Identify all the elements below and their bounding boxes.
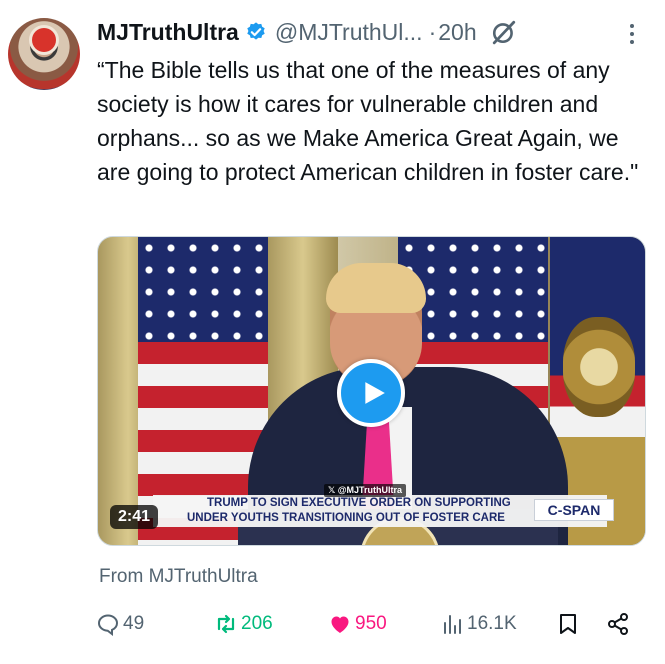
- grok-icon[interactable]: [491, 19, 517, 45]
- bookmark-icon: [560, 614, 576, 634]
- video-player[interactable]: TRUMP TO SIGN EXECUTIVE ORDER ON SUPPORT…: [97, 236, 646, 546]
- network-logo: C-SPAN: [534, 499, 614, 521]
- reply-button[interactable]: 49: [96, 608, 144, 640]
- reply-count: 49: [123, 613, 145, 634]
- play-icon: [364, 382, 385, 404]
- action-bar: 49 206 950 16.1K: [96, 608, 636, 640]
- share-icon: [608, 613, 628, 635]
- video-watermark: 𝕏 @MJTruthUltra: [324, 484, 407, 497]
- like-count: 950: [355, 613, 387, 634]
- avatar[interactable]: [8, 18, 80, 90]
- share-button[interactable]: [606, 608, 630, 640]
- timestamp[interactable]: 20h: [438, 19, 476, 46]
- more-icon[interactable]: [622, 22, 642, 46]
- bookmark-button[interactable]: [556, 608, 580, 640]
- retweet-button[interactable]: 206: [214, 608, 273, 640]
- views-button[interactable]: 16.1K: [440, 608, 517, 640]
- seal-emblem: [563, 317, 635, 417]
- reply-icon: [97, 614, 119, 636]
- video-duration: 2:41: [110, 505, 159, 529]
- like-icon: [331, 616, 349, 633]
- handle[interactable]: @MJTruthUl...: [275, 19, 423, 46]
- separator: ·: [428, 18, 437, 45]
- display-name[interactable]: MJTruthUltra: [97, 19, 239, 46]
- source-label[interactable]: From MJTruthUltra: [99, 566, 258, 588]
- views-icon: [444, 615, 461, 634]
- verified-badge-icon[interactable]: [245, 21, 267, 43]
- retweet-count: 206: [241, 613, 273, 634]
- play-button[interactable]: [337, 359, 405, 427]
- tweet-header: MJTruthUltra @MJTruthUl... · 20h: [97, 16, 517, 48]
- views-count: 16.1K: [467, 613, 517, 634]
- retweet-icon: [217, 614, 235, 634]
- like-button[interactable]: 950: [328, 608, 387, 640]
- tweet-text: “The Bible tells us that one of the meas…: [97, 57, 639, 185]
